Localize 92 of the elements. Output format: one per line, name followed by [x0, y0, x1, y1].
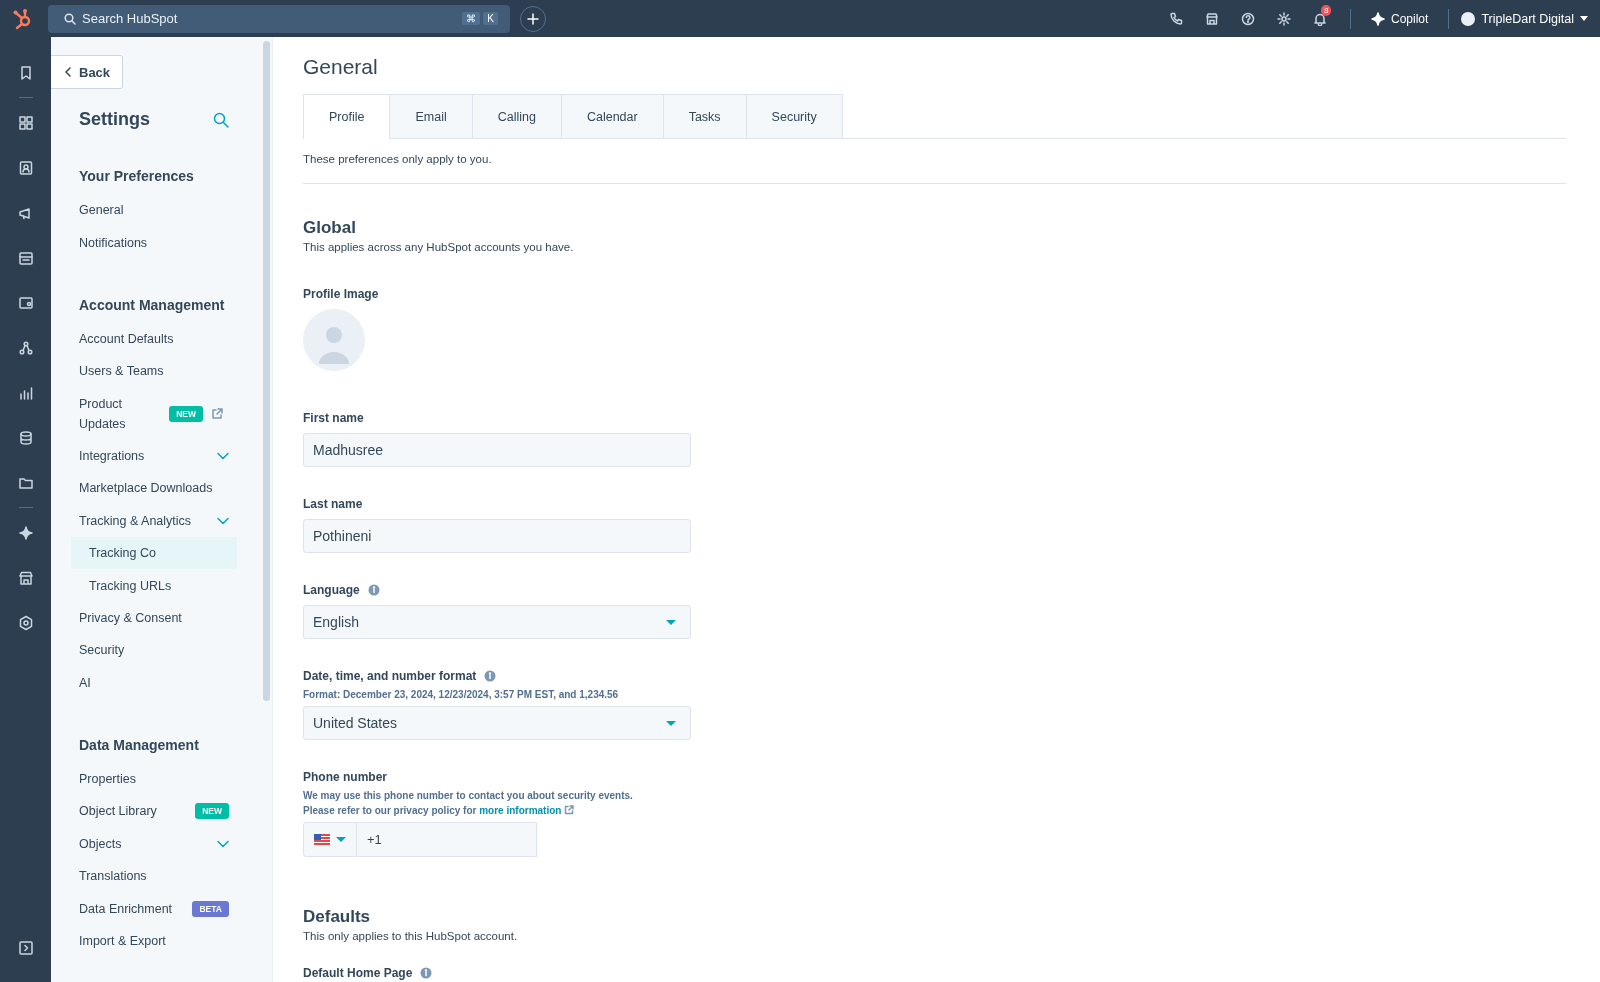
sidebar-item[interactable]: Users & Teams [71, 355, 237, 388]
flag-icon [314, 834, 330, 845]
store-icon [17, 569, 34, 586]
calendar-icon [17, 249, 34, 266]
section-heading: Global [303, 218, 357, 238]
section-description: This only applies to this HubSpot account. [303, 930, 519, 942]
field-label: Last name [303, 497, 363, 511]
grid-icon [17, 114, 34, 131]
sidebar-item[interactable]: Import & Export [71, 924, 237, 958]
sidebar-item[interactable]: Tracking & Analytics [71, 504, 237, 537]
sidebar-item[interactable]: Objects [71, 827, 237, 860]
dropdown[interactable]: United States [303, 706, 691, 740]
text-field[interactable]: Pothineni [303, 519, 691, 553]
tab[interactable]: Tasks [662, 94, 747, 138]
field-label: Date, time, and number format [303, 669, 477, 683]
sidebar-item[interactable]: Properties [71, 762, 237, 796]
status-badge: NEW [169, 405, 203, 422]
external-link-icon [211, 407, 223, 420]
sidebar-item[interactable]: Account Defaults [71, 322, 237, 356]
sidebar-item[interactable]: Translations [71, 860, 237, 893]
store-icon [1205, 11, 1219, 26]
search-button[interactable] [213, 111, 229, 128]
chevron-down-icon [217, 516, 229, 525]
text-field[interactable]: Madhusree [303, 433, 691, 467]
status-badge: BETA [192, 900, 229, 917]
sidebar-item[interactable]: Tracking Co [71, 537, 237, 570]
tab[interactable]: Profile [303, 94, 391, 139]
external-link-icon [564, 805, 575, 815]
sidebar-item[interactable]: Security [71, 634, 237, 667]
caret-icon [1580, 15, 1588, 22]
sidebar-item[interactable]: AI [71, 666, 237, 699]
field-label: Profile Image [303, 287, 379, 301]
sidebar-item[interactable]: Data Enrichment BETA [71, 892, 237, 925]
sidebar-item[interactable]: Integrations [71, 439, 237, 473]
expand-icon [18, 940, 33, 955]
bell-icon [1313, 11, 1327, 26]
field-label: First name [303, 411, 364, 425]
search-icon [213, 111, 229, 128]
sidebar-item[interactable]: Product Updates NEW [71, 387, 237, 440]
chevron-down-icon [217, 839, 229, 848]
sparkle-icon [1371, 11, 1385, 26]
phone-icon [1169, 11, 1183, 26]
section-description: This applies across any HubSpot accounts you have. [303, 241, 575, 253]
section-heading: Defaults [303, 907, 372, 927]
dropdown[interactable]: English [303, 605, 691, 639]
field-label: Language [303, 583, 360, 597]
account-menu[interactable]: TripleDart Digital [1461, 11, 1600, 26]
hint-text: We may use this phone number to contact you about security events. [303, 790, 634, 801]
more-information-link[interactable]: more information [479, 805, 575, 816]
tab[interactable]: Security [745, 94, 843, 138]
contact-icon [17, 159, 34, 176]
sparkle-icon [17, 524, 34, 541]
intro-text: These preferences only apply to you. [303, 139, 1566, 184]
sidebar-item[interactable]: Marketplace Downloads [71, 472, 237, 505]
hint-text: Please refer to our privacy policy for more information [303, 805, 1566, 816]
wallet-icon [17, 294, 34, 311]
page-title: General [303, 55, 379, 79]
field-label: Default Home Page [303, 966, 413, 980]
sidebar-title: Settings [79, 109, 150, 130]
section-heading: Your Preferences [79, 168, 194, 184]
network-icon [17, 339, 34, 356]
sidebar-item[interactable]: Notifications [71, 226, 237, 259]
notification-badge: 8 [1321, 4, 1332, 16]
scrollbar[interactable] [263, 41, 270, 701]
tab[interactable]: Calendar [560, 94, 664, 138]
chevron-down-icon [217, 452, 229, 461]
search-icon [64, 12, 76, 25]
sidebar-item[interactable]: Privacy & Consent [71, 601, 237, 635]
caret-icon [336, 837, 346, 842]
country-dropdown[interactable] [303, 822, 357, 857]
chevron-left-icon [65, 67, 71, 77]
sidebar-item[interactable]: General [71, 194, 237, 227]
status-badge: NEW [195, 803, 229, 820]
copilot-button[interactable]: Copilot [1363, 11, 1437, 26]
hexagon-icon [17, 614, 34, 631]
plus-icon [527, 12, 539, 25]
phone-field[interactable]: +1 [357, 822, 537, 857]
help-icon [1241, 11, 1255, 26]
caret-icon [666, 619, 676, 625]
bar-chart-icon [17, 384, 34, 401]
sidebar-item[interactable]: Object Library NEW [71, 795, 237, 828]
field-label: Phone number [303, 770, 387, 784]
section-heading: Account Management [79, 296, 225, 313]
caret-icon [666, 720, 676, 726]
database-icon [17, 429, 34, 446]
tab[interactable]: Email [389, 94, 473, 138]
hint-text: Format: December 23, 2024, 12/23/2024, 3:57 PM EST, and 1,234.56 [303, 689, 620, 700]
section-heading: Data Management [79, 736, 199, 753]
sidebar-item[interactable]: Tracking URLs [71, 569, 237, 602]
tab[interactable]: Calling [471, 94, 562, 138]
avatar-icon [1461, 11, 1476, 26]
back-button[interactable]: Back [51, 55, 124, 89]
